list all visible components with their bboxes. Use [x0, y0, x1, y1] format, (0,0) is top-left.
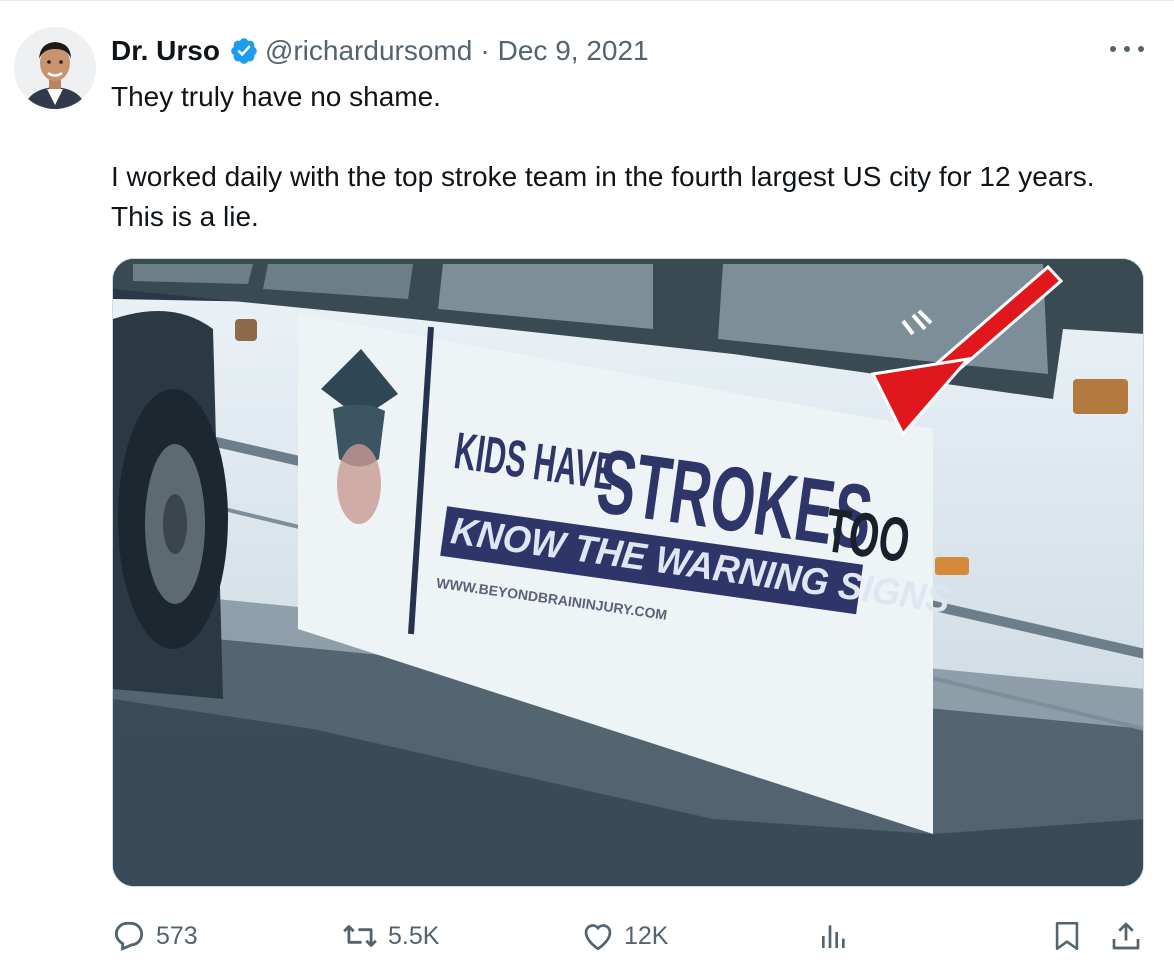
tweet-text-line: They truly have no shame.	[111, 81, 441, 112]
bus-photo: KIDS HAVE STROKES TOO KNOW THE WARNING S…	[113, 259, 1143, 886]
avatar[interactable]	[14, 27, 96, 109]
tweet-text-line: I worked daily with the top stroke team …	[111, 161, 1095, 232]
author-display-name[interactable]: Dr. Urso	[111, 35, 220, 67]
tweet-header: Dr. Urso @richardursomd · Dec 9, 2021	[111, 31, 649, 71]
bookmark-icon	[1055, 921, 1079, 951]
reply-button[interactable]: 573	[110, 913, 198, 959]
reply-icon	[114, 921, 144, 951]
action-bar: 573 5.5K 12K	[110, 913, 1150, 959]
heart-icon	[584, 924, 612, 951]
avatar-photo-icon	[14, 27, 96, 109]
share-icon	[1112, 922, 1140, 950]
repost-button[interactable]: 5.5K	[340, 913, 439, 959]
views-button[interactable]	[818, 913, 850, 959]
separator-dot: ·	[480, 35, 490, 66]
share-button[interactable]	[1108, 913, 1144, 959]
verified-badge-icon[interactable]	[229, 36, 259, 66]
like-button[interactable]: 12K	[580, 913, 668, 959]
tweet[interactable]: Dr. Urso @richardursomd · Dec 9, 2021 Th…	[0, 0, 1174, 974]
more-options-icon[interactable]	[1110, 39, 1144, 59]
reply-count: 573	[156, 921, 198, 950]
views-chart-icon	[822, 925, 845, 948]
bookmark-button[interactable]	[1050, 913, 1084, 959]
repost-count: 5.5K	[388, 921, 440, 950]
tweet-date[interactable]: Dec 9, 2021	[498, 35, 649, 67]
repost-icon	[343, 925, 377, 947]
tweet-text: They truly have no shame. I worked daily…	[111, 77, 1141, 237]
author-handle[interactable]: @richardursomd	[265, 35, 472, 67]
tweet-media-image[interactable]: KIDS HAVE STROKES TOO KNOW THE WARNING S…	[112, 258, 1144, 887]
like-count: 12K	[624, 921, 669, 950]
